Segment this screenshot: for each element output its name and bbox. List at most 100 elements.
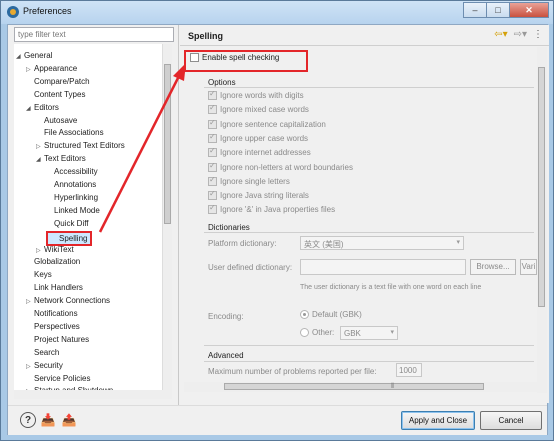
checkbox-box[interactable] (208, 175, 217, 186)
radio-dot[interactable] (300, 328, 309, 337)
tree-item-label: Network Connections (34, 296, 111, 306)
expand-closed-icon[interactable]: ▷ (36, 141, 44, 153)
back-arrow-icon[interactable]: ⇦▾ (494, 29, 507, 40)
tree-horizontal-scrollbar[interactable] (14, 390, 172, 399)
browse-button[interactable]: Browse... (470, 259, 516, 275)
tree-item[interactable]: Project Natures (26, 334, 89, 346)
option-checkbox[interactable]: Ignore non-letters at word boundaries (208, 161, 353, 172)
tree-item[interactable]: ▷ WikiText (36, 244, 74, 256)
checkbox-box[interactable] (208, 103, 217, 115)
page-horizontal-scrollbar[interactable]: ⦀ (184, 382, 537, 392)
user-dictionary-field[interactable] (300, 259, 466, 275)
option-checkbox[interactable]: Ignore sentence capitalization (208, 118, 326, 129)
export-icon[interactable]: 📤 (61, 412, 77, 428)
scroll-thumb[interactable] (538, 67, 545, 307)
maximize-icon[interactable]: □ (486, 2, 510, 18)
tree-item[interactable]: ◢ Editors (26, 102, 59, 114)
checkbox-box[interactable] (208, 132, 217, 143)
tree-item-label: Security (34, 360, 63, 370)
checkbox-box[interactable] (208, 89, 217, 100)
tree-item[interactable]: Compare/Patch (26, 76, 90, 88)
tree-item[interactable]: Accessibility (46, 166, 98, 178)
option-checkbox[interactable]: Ignore single letters (208, 175, 290, 186)
option-label: Ignore single letters (220, 176, 290, 186)
pane-divider[interactable] (178, 25, 179, 405)
tree-item-label: Search (34, 347, 60, 357)
forward-arrow-icon[interactable]: ⇨▾ (514, 29, 527, 40)
scroll-thumb[interactable]: ⦀ (224, 383, 484, 390)
checkbox-box[interactable] (208, 118, 217, 129)
checkbox-box[interactable] (208, 161, 217, 172)
view-menu-icon[interactable]: ⋮ (533, 29, 543, 40)
variables-button[interactable]: Vari (520, 259, 537, 275)
platform-dictionary-select[interactable]: 英文 (美国) ▾ (300, 236, 464, 250)
expand-open-icon[interactable]: ◢ (16, 51, 24, 63)
encoding-default-radio[interactable]: Default (GBK) (300, 310, 362, 319)
expand-closed-icon[interactable]: ▷ (26, 361, 34, 373)
tree-item[interactable]: Quick Diff (46, 218, 89, 230)
tree-item[interactable]: ▷ Appearance (26, 63, 77, 75)
option-checkbox[interactable]: Ignore Java string literals (208, 189, 309, 201)
option-label: Ignore Java string literals (220, 191, 309, 201)
dictionaries-separator (204, 232, 534, 233)
tree-item[interactable]: Autosave (36, 115, 77, 127)
encoding-separator (204, 345, 534, 346)
tree-item[interactable]: Globalization (26, 256, 80, 268)
encoding-other-radio[interactable]: Other: (300, 328, 334, 337)
page-vertical-scrollbar[interactable] (537, 47, 547, 393)
option-checkbox[interactable]: Ignore internet addresses (208, 146, 311, 158)
cancel-button[interactable]: Cancel (480, 411, 542, 430)
tree-item[interactable]: ◢ General (16, 50, 52, 62)
option-checkbox[interactable]: Ignore words with digits (208, 89, 304, 100)
checkbox-box[interactable] (190, 53, 199, 62)
user-dictionary-label: User defined dictionary: (208, 263, 293, 272)
title-separator (180, 45, 549, 46)
tree-item-label: Service Policies (34, 373, 91, 383)
tree-item[interactable]: Service Policies (26, 373, 90, 385)
minimize-icon[interactable]: – (463, 2, 487, 18)
option-label: Ignore '&' in Java properties files (220, 205, 336, 215)
expand-closed-icon[interactable]: ▷ (26, 296, 34, 308)
preferences-window: Preferences – □ ✕ ◢General▷AppearanceCom… (0, 0, 554, 441)
scroll-thumb[interactable] (164, 64, 171, 224)
radio-dot[interactable] (300, 310, 309, 319)
option-checkbox[interactable]: Ignore upper case words (208, 132, 308, 143)
tree-item[interactable]: Search (26, 347, 59, 359)
tree-item-label: Quick Diff (54, 218, 89, 228)
import-icon[interactable]: 📥 (40, 412, 56, 428)
encoding-other-select[interactable]: GBK ▾ (340, 326, 398, 340)
option-checkbox[interactable]: Ignore '&' in Java properties files (208, 203, 336, 215)
tree-item[interactable]: Link Handlers (26, 282, 83, 294)
tree-item[interactable]: ▷ Structured Text Editors (36, 140, 125, 152)
eclipse-logo-icon (7, 6, 19, 18)
checkbox-box[interactable] (208, 189, 217, 201)
tree-item[interactable]: Perspectives (26, 321, 80, 333)
option-checkbox[interactable]: Ignore mixed case words (208, 103, 309, 115)
tree-vertical-scrollbar[interactable] (162, 44, 172, 398)
checkbox-box[interactable] (208, 203, 217, 215)
filter-input[interactable] (14, 27, 174, 42)
tree-item-label: File Associations (44, 128, 104, 138)
tree-item[interactable]: Notifications (26, 308, 78, 320)
tree-item[interactable]: Annotations (46, 179, 96, 191)
expand-closed-icon[interactable]: ▷ (36, 245, 44, 257)
max-problems-field[interactable]: 1000 (396, 363, 422, 377)
expand-open-icon[interactable]: ◢ (26, 103, 34, 115)
tree-item[interactable]: Hyperlinking (46, 192, 98, 204)
expand-open-icon[interactable]: ◢ (36, 154, 44, 166)
tree-item[interactable]: Linked Mode (46, 205, 100, 217)
tree-item[interactable]: ▷ Security (26, 360, 63, 372)
tree-item[interactable]: ▷ Network Connections (26, 295, 110, 307)
platform-dictionary-label: Platform dictionary: (208, 239, 277, 248)
apply-and-close-button[interactable]: Apply and Close (401, 411, 475, 430)
expand-closed-icon[interactable]: ▷ (26, 64, 34, 76)
help-icon[interactable]: ? (20, 412, 36, 428)
tree-item[interactable]: File Associations (36, 127, 104, 139)
checkbox-box[interactable] (208, 146, 217, 158)
close-icon[interactable]: ✕ (509, 2, 549, 18)
tree-item[interactable]: Keys (26, 269, 52, 281)
tree-item-label: Spelling (59, 233, 88, 243)
tree-item[interactable]: Content Types (26, 89, 85, 101)
tree-item[interactable]: ◢ Text Editors (36, 153, 86, 165)
enable-spell-checkbox[interactable]: Enable spell checking (190, 53, 279, 62)
